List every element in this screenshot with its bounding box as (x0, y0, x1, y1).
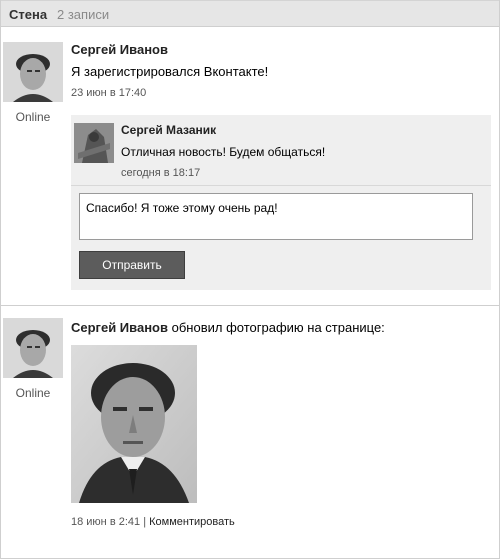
post-date[interactable]: 18 июн в 2:41 (71, 516, 140, 528)
post-action-text: обновил фотографию на странице: (171, 320, 385, 335)
online-status: Online (15, 110, 51, 124)
reply-input[interactable]: Спасибо! Я тоже этому очень рад! (79, 193, 473, 240)
avatar[interactable] (3, 318, 63, 378)
send-button[interactable]: Отправить (79, 251, 185, 279)
wall-post-count: 2 записи (57, 7, 110, 22)
comment-avatar[interactable] (74, 123, 114, 163)
post-author[interactable]: Сергей Иванов (71, 320, 168, 335)
post-date[interactable]: 23 июн в 17:40 (71, 87, 146, 99)
post-text: Я зарегистрировался Вконтакте! (71, 64, 269, 79)
post-headline: Сергей Иванов обновил фотографию на стра… (71, 320, 385, 335)
online-status: Online (15, 386, 51, 400)
post-divider (1, 305, 499, 306)
wall-title: Стена (9, 7, 48, 22)
post-footer: 18 июн в 2:41 | Комментировать (71, 516, 235, 528)
post-author[interactable]: Сергей Иванов (71, 42, 168, 57)
wall-header: Стена 2 записи (1, 0, 499, 27)
footer-separator: | (143, 516, 147, 528)
comment-divider (71, 185, 491, 186)
wall: Стена 2 записи Online Сергей Иванов Я за… (0, 0, 500, 559)
comment-link[interactable]: Комментировать (149, 516, 235, 528)
post-photo[interactable] (71, 345, 197, 503)
comment-author[interactable]: Сергей Мазаник (121, 123, 216, 137)
comment-date[interactable]: сегодня в 18:17 (121, 167, 200, 179)
comment-text: Отличная новость! Будем общаться! (121, 145, 326, 159)
comments-block: Сергей Мазаник Отличная новость! Будем о… (71, 115, 491, 290)
avatar[interactable] (3, 42, 63, 102)
